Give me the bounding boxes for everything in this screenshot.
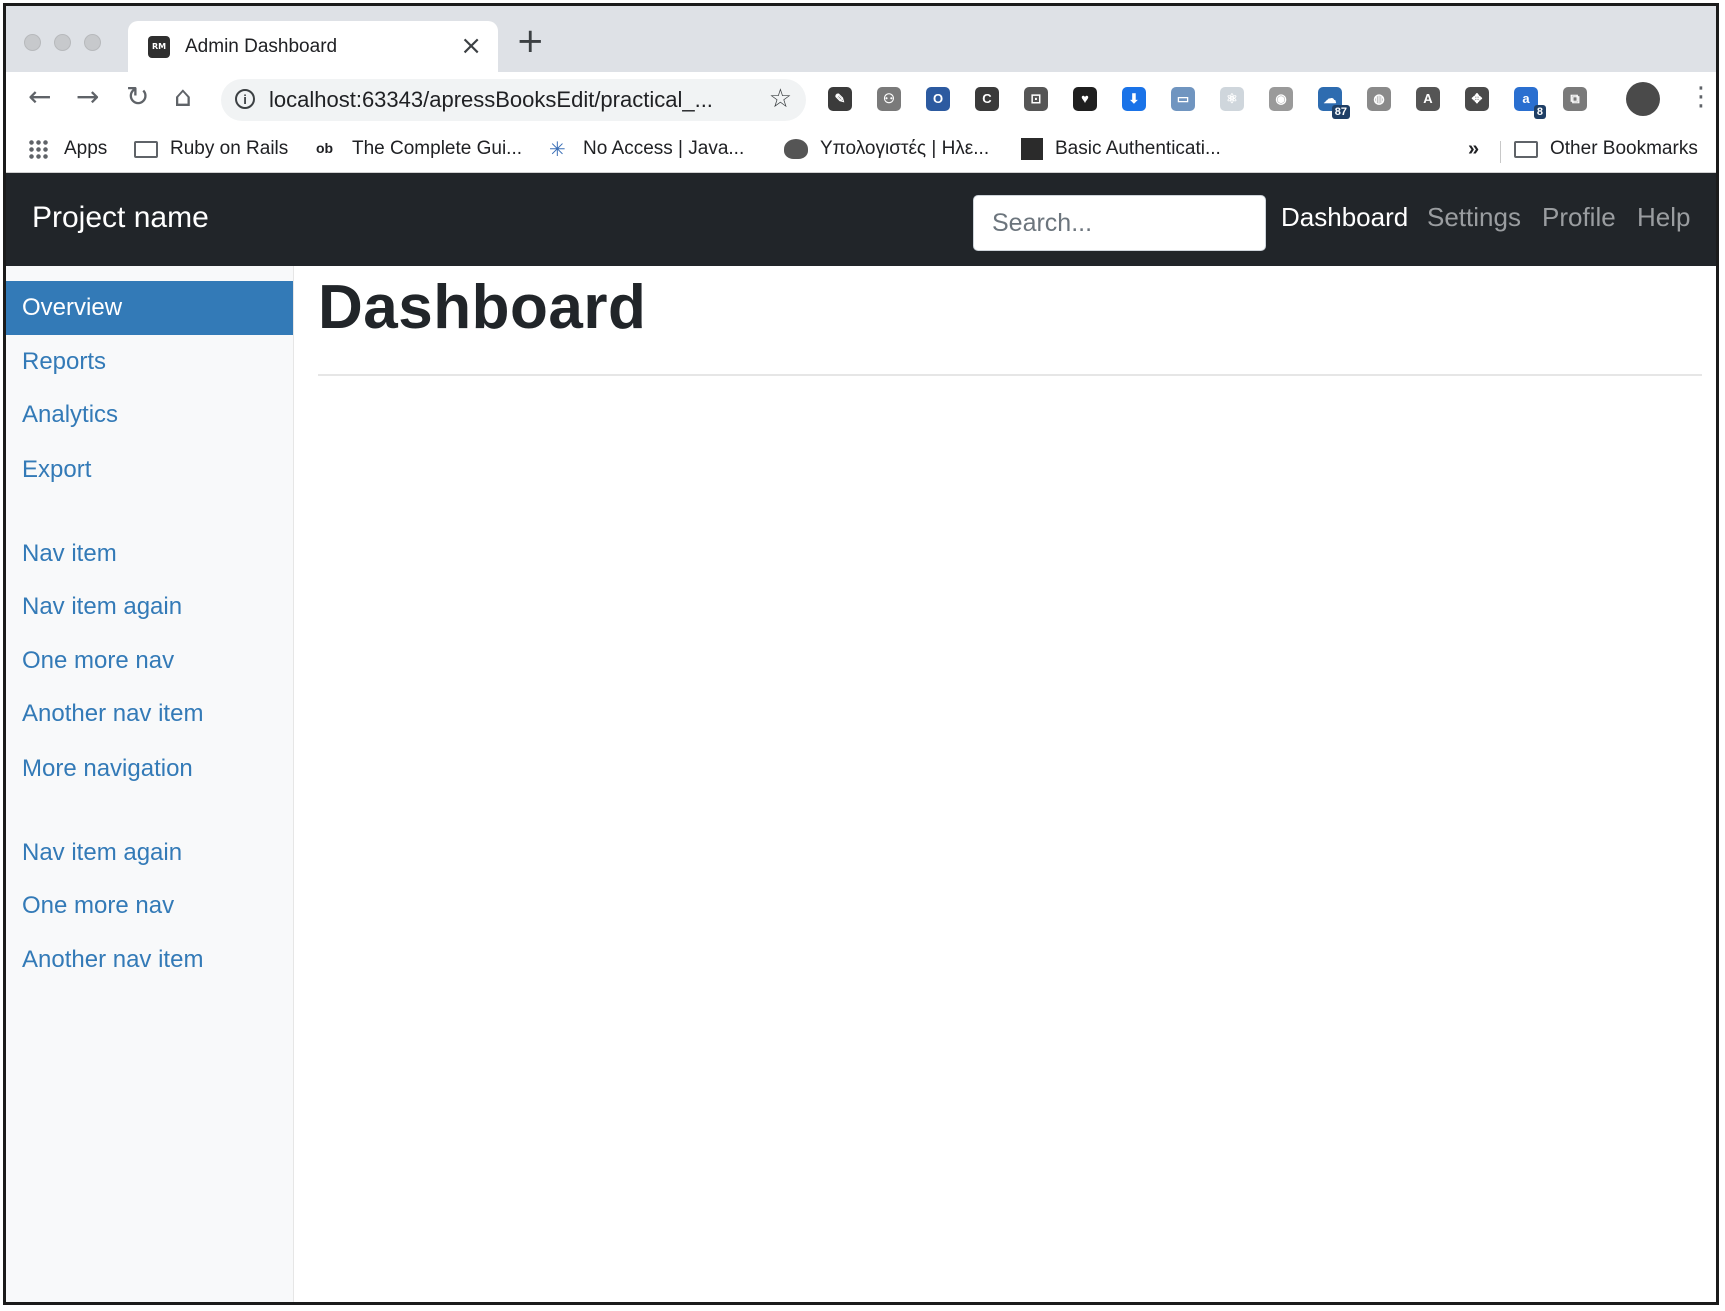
a-circle-extension-icon[interactable]: A [1416, 87, 1440, 111]
bookmark-label: Apps [64, 138, 108, 159]
sidebar-item-nav-item-again[interactable]: Nav item again [6, 580, 293, 634]
sidebar-item-nav-item[interactable]: Nav item [6, 527, 293, 581]
react-extension-icon[interactable]: ⚛ [1220, 87, 1244, 111]
back-arrow-icon[interactable]: ← [28, 80, 51, 113]
sidebar-item-nav-item-again-2[interactable]: Nav item again [6, 826, 293, 880]
nav-link-dashboard[interactable]: Dashboard [1281, 202, 1408, 233]
reload-icon[interactable]: ↻ [126, 80, 149, 113]
diamond-icon [1021, 138, 1043, 160]
new-tab-button[interactable]: + [516, 24, 545, 58]
browser-toolbar: ← → ↻ ⌂ i localhost:63343/apressBooksEdi… [6, 72, 1716, 130]
a-badge-extension-icon[interactable]: a8 [1514, 87, 1546, 119]
c-extension-icon[interactable]: C [975, 87, 999, 111]
profile-avatar[interactable] [1626, 82, 1660, 116]
title-divider [318, 374, 1702, 376]
sidebar-item-more-navigation[interactable]: More navigation [6, 742, 293, 796]
sidebar-item-another-nav-item-2[interactable]: Another nav item [6, 933, 293, 987]
cast-extension-icon[interactable]: ⧉ [1563, 87, 1587, 111]
eyedropper-extension-icon[interactable]: ✎ [828, 87, 852, 111]
sidebar-item-another-nav-item[interactable]: Another nav item [6, 687, 293, 741]
bookmark-basic-auth[interactable]: Basic Authenticati... [1021, 138, 1221, 160]
search-input[interactable] [973, 195, 1266, 251]
download-extension-icon[interactable]: ⬇ [1122, 87, 1146, 111]
bookmark-apps[interactable]: Apps [28, 138, 107, 160]
nav-link-settings[interactable]: Settings [1427, 202, 1521, 233]
bookmark-label: No Access | Java... [583, 138, 745, 159]
brand-title[interactable]: Project name [32, 201, 209, 235]
browser-tab-active[interactable]: RM Admin Dashboard × [128, 21, 498, 72]
nav-link-help[interactable]: Help [1637, 202, 1690, 233]
sidebar-item-one-more-nav-2[interactable]: One more nav [6, 879, 293, 933]
address-url[interactable]: localhost:63343/apressBooksEdit/practica… [269, 87, 713, 113]
sparkle-icon: ✳ [549, 137, 566, 161]
lightbulb-extension-icon[interactable]: ♥ [1073, 87, 1097, 111]
bookmark-label: Other Bookmarks [1550, 138, 1698, 159]
page-title: Dashboard [318, 273, 647, 342]
bookmark-ruby-on-rails[interactable]: Ruby on Rails [134, 138, 288, 160]
minimize-window-button[interactable] [54, 34, 71, 51]
bookmark-label: Ruby on Rails [170, 138, 289, 159]
ob-logo-icon: ob [316, 140, 334, 156]
extension-badge: 8 [1533, 105, 1546, 119]
home-icon[interactable]: ⌂ [174, 80, 192, 113]
close-window-button[interactable] [24, 34, 41, 51]
bookmark-ypologistes[interactable]: Υπολογιστές | Ηλε... [784, 138, 989, 160]
bookmark-other-bookmarks[interactable]: Other Bookmarks [1514, 138, 1698, 160]
site-info-icon[interactable]: i [235, 89, 255, 109]
globe-extension-icon[interactable]: ◍ [1367, 87, 1391, 111]
app-navbar: Project name Dashboard Settings Profile … [6, 173, 1716, 266]
apps-grid-icon [28, 139, 48, 159]
sidebar-item-one-more-nav[interactable]: One more nav [6, 634, 293, 688]
forward-arrow-icon[interactable]: → [76, 80, 99, 113]
folder-icon [1514, 140, 1538, 158]
browser-window: RM Admin Dashboard × + ← → ↻ ⌂ i localho… [3, 3, 1719, 1305]
extension-badge: 87 [1331, 105, 1350, 119]
folder-icon [134, 140, 158, 158]
bookmarks-bar: Apps Ruby on Rails ob The Complete Gui..… [6, 130, 1716, 173]
window-extension-icon[interactable]: ▭ [1171, 87, 1195, 111]
bookmark-star-icon[interactable]: ☆ [769, 84, 792, 114]
bookmark-label: Υπολογιστές | Ηλε... [820, 138, 990, 159]
sidebar-item-analytics[interactable]: Analytics [6, 388, 293, 442]
move-extension-icon[interactable]: ✥ [1465, 87, 1489, 111]
tab-title: Admin Dashboard [185, 36, 338, 57]
bookmarks-divider [1500, 141, 1501, 163]
focus-extension-icon[interactable]: ⊡ [1024, 87, 1048, 111]
sidebar-item-overview[interactable]: Overview [6, 281, 293, 335]
cloud-extension-icon[interactable]: ☁ 87 [1318, 87, 1350, 119]
browser-menu-icon[interactable]: ⋮ [1688, 82, 1714, 112]
sidebar-item-export[interactable]: Export [6, 443, 293, 497]
tab-close-icon[interactable]: × [460, 31, 482, 61]
bookmark-no-access-java[interactable]: ✳ No Access | Java... [549, 138, 744, 160]
sidebar: Overview Reports Analytics Export Nav it… [6, 266, 294, 1302]
bookmark-label: Basic Authenticati... [1055, 138, 1221, 159]
maximize-window-button[interactable] [84, 34, 101, 51]
tab-favicon-icon: RM [148, 36, 170, 58]
sidebar-item-reports[interactable]: Reports [6, 335, 293, 389]
address-bar[interactable]: i localhost:63343/apressBooksEdit/practi… [221, 79, 806, 121]
bookmarks-overflow-icon[interactable]: » [1468, 138, 1479, 161]
nav-link-profile[interactable]: Profile [1542, 202, 1616, 233]
bookmark-complete-guide[interactable]: ob The Complete Gui... [316, 138, 522, 160]
bookmark-label: The Complete Gui... [352, 138, 523, 159]
camera-extension-icon[interactable]: ◉ [1269, 87, 1293, 111]
tab-strip: RM Admin Dashboard × + [6, 6, 1716, 72]
opera-extension-icon[interactable]: O [926, 87, 950, 111]
balloon-icon [784, 139, 808, 159]
network-extension-icon[interactable]: ⚇ [877, 87, 901, 111]
